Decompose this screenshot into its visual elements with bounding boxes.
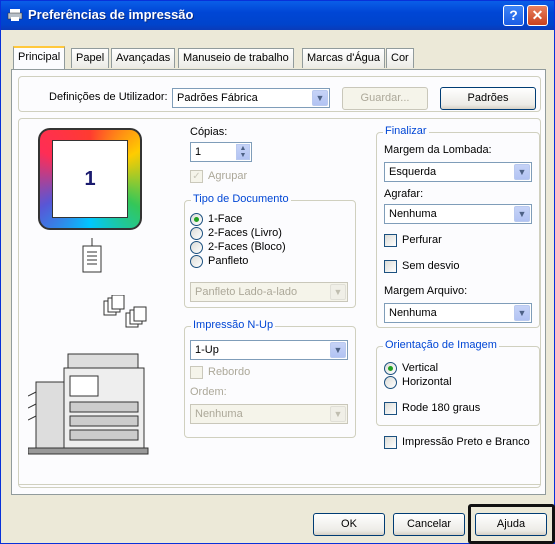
tab-marcas-agua[interactable]: Marcas d'Água [302,48,386,68]
margin-value: Nenhuma [389,307,437,319]
radio-booklet[interactable] [190,255,203,268]
staple-select[interactable]: Nenhuma ▼ [384,204,532,224]
tab-principal[interactable]: Principal [13,46,66,69]
booklet-label: Panfleto [208,255,249,267]
copy-preview-frame: 1 [38,128,142,230]
user-settings-select[interactable]: Padrões Fábrica ▼ [172,88,330,108]
printer-machine-icon [28,353,149,455]
close-title-button[interactable]: ✕ [527,5,548,26]
two-side-tablet-label: 2-Faces (Bloco) [208,241,286,253]
rotate-label: Rode 180 graus [402,402,481,414]
chevron-down-icon: ▼ [330,284,346,300]
tab-papel[interactable]: Papel [71,48,110,68]
chevron-down-icon: ▼ [514,305,530,321]
copies-spinner[interactable]: 1 ▲ ▼ [190,142,252,162]
tab-manuseio[interactable]: Manuseio de trabalho [178,48,294,68]
title-bar[interactable]: Preferências de impressão ? ✕ [1,1,554,30]
chevron-down-icon: ▼ [514,206,530,222]
order-label: Ordem: [190,386,227,398]
save-button[interactable]: Guardar... [342,87,428,110]
tab-avancadas[interactable]: Avançadas [111,48,176,68]
orientation-title: Orientação de Imagem [383,339,499,351]
order-value: Nenhuma [195,408,243,420]
border-checkbox[interactable] [190,366,203,379]
tab-cor[interactable]: Cor [386,48,414,68]
chevron-down-icon: ▼ [514,164,530,180]
binding-edge-value: Esquerda [389,166,437,178]
print-preferences-window: Preferências de impressão ? ✕ Principal … [0,0,555,544]
offset-label: Sem desvio [402,260,460,272]
radio-two-side-book[interactable] [190,227,203,240]
collate-pages-icon [103,295,147,328]
black-white-label: Impressão Preto e Branco [402,436,530,448]
document-type-title: Tipo de Documento [191,193,291,205]
collate-checkbox[interactable]: ✓ [190,170,203,183]
radio-landscape[interactable] [384,376,397,389]
finishing-title: Finalizar [383,125,429,137]
punch-checkbox[interactable] [384,234,397,247]
status-divider [18,484,541,492]
defaults-button[interactable]: Padrões [440,87,536,110]
staple-label: Agrafar: [384,188,424,200]
black-white-checkbox[interactable] [384,436,397,449]
page-preview: 1 [52,140,128,218]
chevron-down-icon: ▼ [330,406,346,422]
principal-panel: Definições de Utilizador: Padrões Fábric… [11,69,546,495]
collate-label: Agrupar [208,170,248,182]
chevron-down-icon: ▼ [330,342,346,358]
user-settings-label: Definições de Utilizador: [49,91,168,103]
binding-edge-select[interactable]: Esquerda ▼ [384,162,532,182]
help-highlight-box [468,504,555,544]
copies-value: 1 [195,146,202,158]
radio-one-side[interactable] [190,213,203,226]
chevron-down-icon: ▼ [312,90,328,106]
nup-value: 1-Up [195,344,219,356]
radio-portrait[interactable] [384,362,397,375]
landscape-label: Horizontal [402,376,452,388]
printer-icon [7,9,23,21]
binding-edge-label: Margem da Lombada: [384,144,492,156]
one-side-label: 1-Face [208,213,243,225]
nup-select[interactable]: 1-Up ▼ [190,340,348,360]
punch-label: Perfurar [402,234,442,246]
cancel-button[interactable]: Cancelar [393,513,465,536]
margin-select[interactable]: Nenhuma ▼ [384,303,532,323]
two-side-book-label: 2-Faces (Livro) [208,227,282,239]
user-settings-value: Padrões Fábrica [177,92,258,104]
order-select[interactable]: Nenhuma ▼ [190,404,348,424]
border-label: Rebordo [208,366,251,378]
rotate-checkbox[interactable] [384,402,397,415]
nup-title: Impressão N-Up [191,319,276,331]
radio-two-side-tablet[interactable] [190,241,203,254]
booklet-style-select[interactable]: Panfleto Lado-a-lado ▼ [190,282,348,302]
document-page-icon [82,238,102,273]
window-title: Preferências de impressão [28,7,194,22]
copies-label: Cópias: [190,126,228,138]
spin-arrows-icon[interactable]: ▲ ▼ [236,144,250,160]
help-title-button[interactable]: ? [503,5,524,26]
booklet-style-value: Panfleto Lado-a-lado [195,286,298,298]
portrait-label: Vertical [402,362,439,374]
orientation-group: Orientação de Imagem [376,339,540,426]
margin-label: Margem Arquivo: [384,285,468,297]
staple-value: Nenhuma [389,208,437,220]
ok-button[interactable]: OK [313,513,385,536]
offset-checkbox[interactable] [384,260,397,273]
